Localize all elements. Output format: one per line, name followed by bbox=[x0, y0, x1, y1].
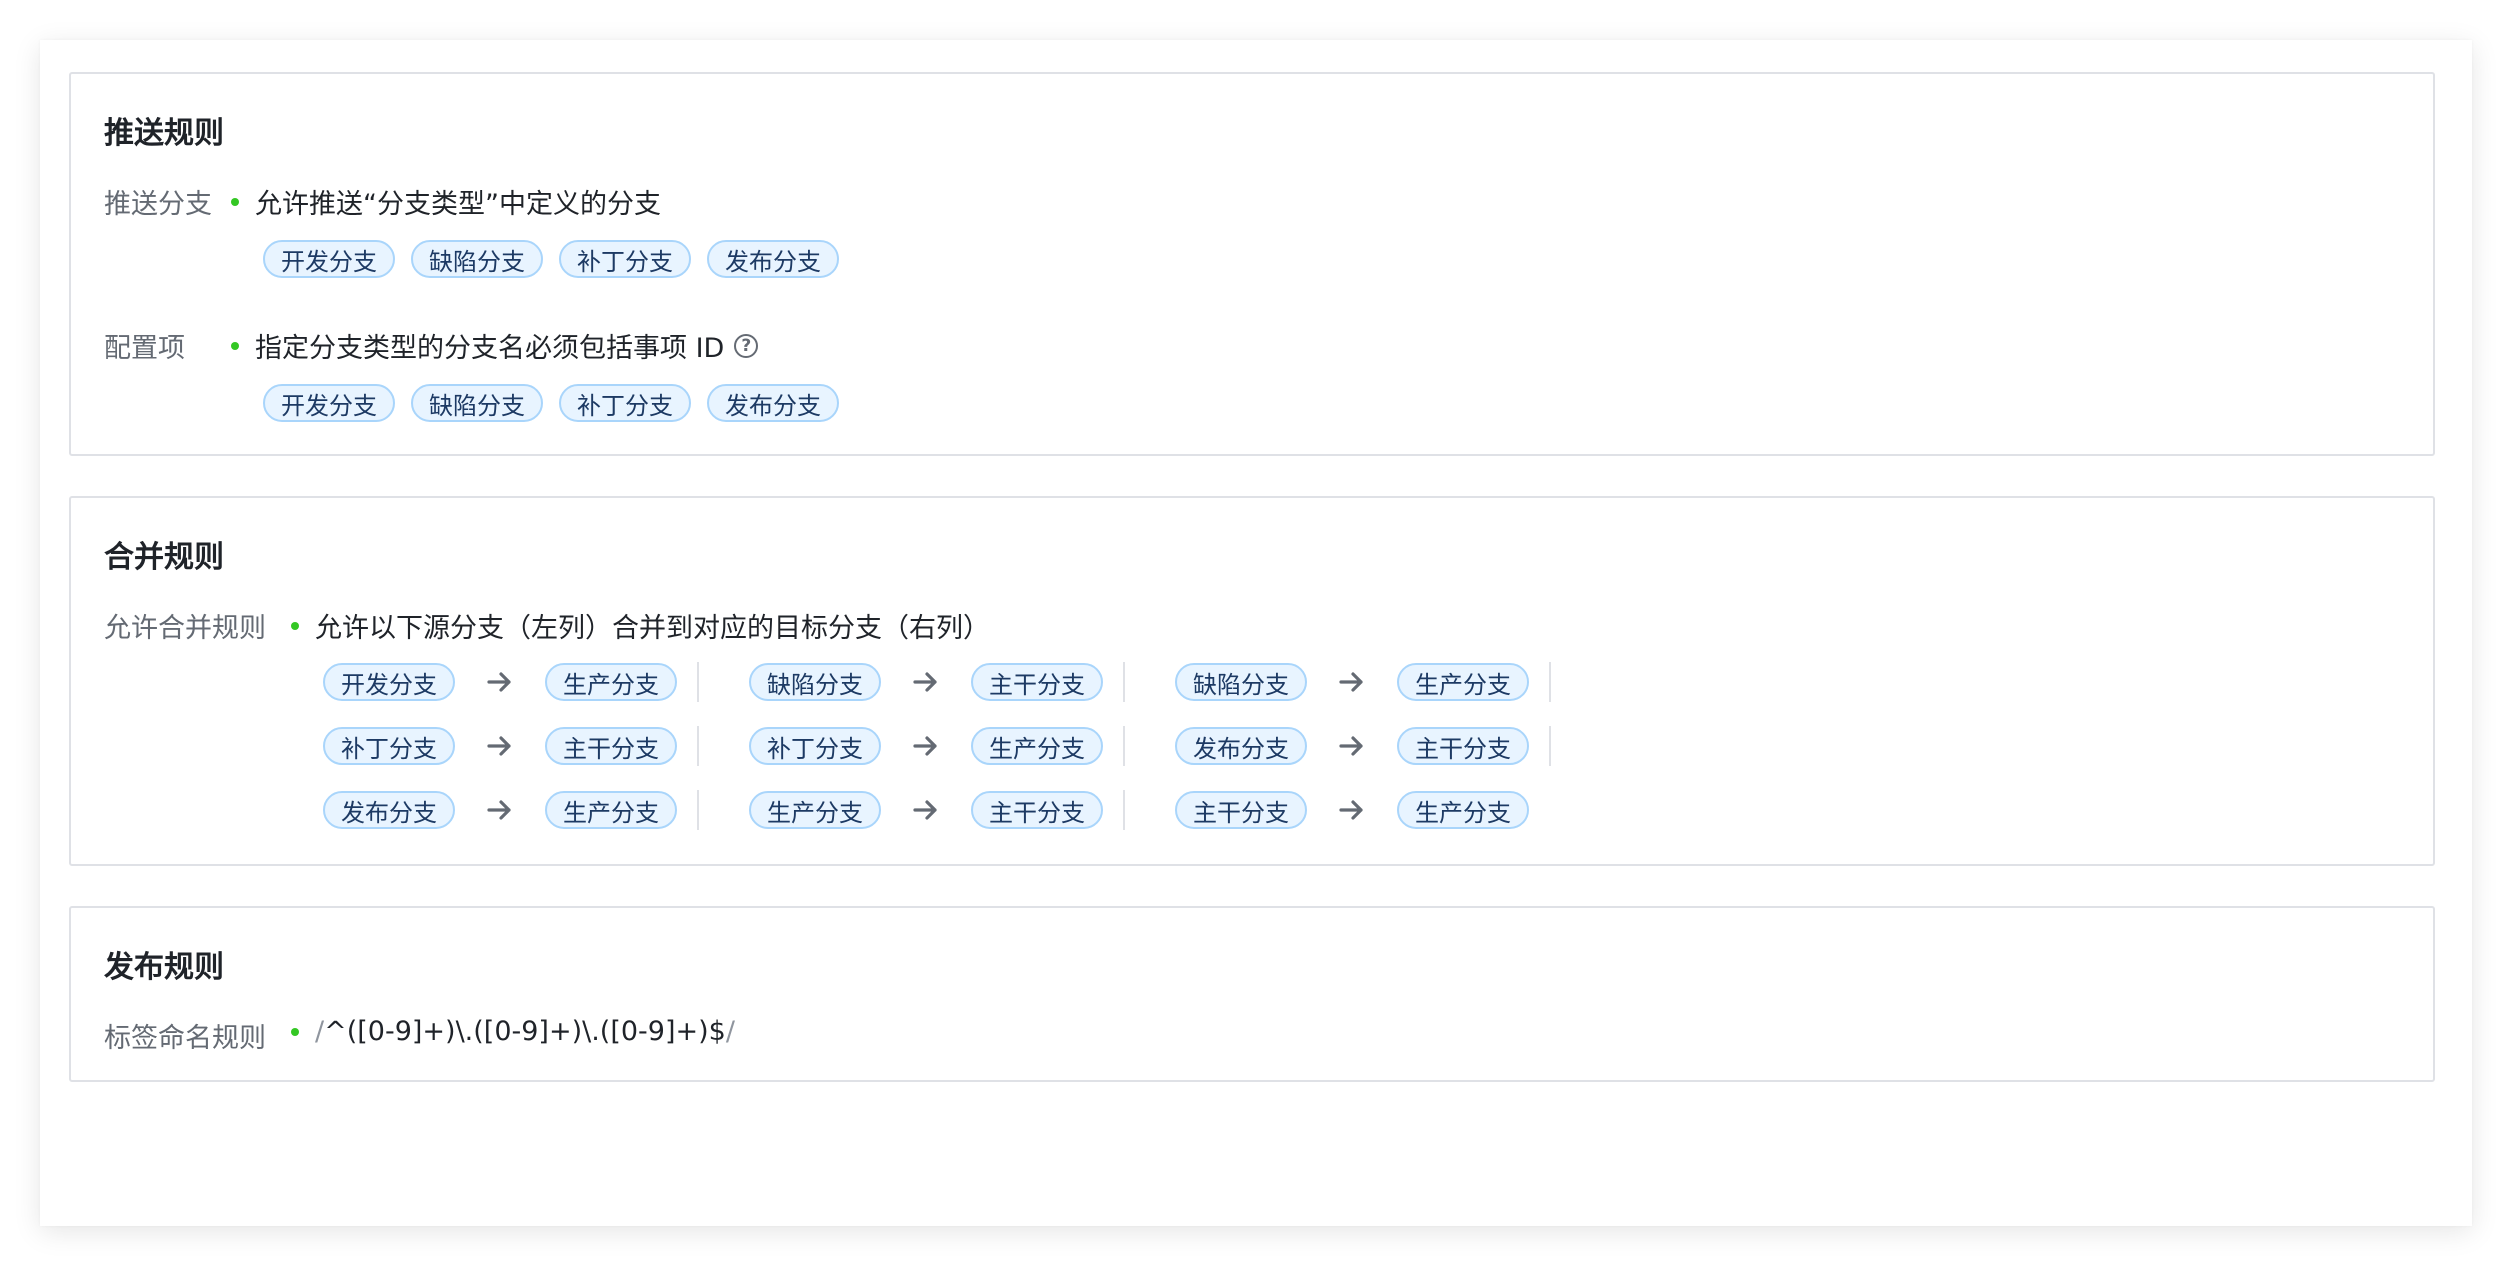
merge-pair: 缺陷分支 主干分支 bbox=[749, 662, 1103, 702]
arrow-right-icon bbox=[881, 726, 971, 766]
arrow-right-icon bbox=[455, 726, 545, 766]
branch-tag: 发布分支 bbox=[707, 240, 839, 278]
target-branch-tag: 生产分支 bbox=[1397, 663, 1529, 701]
branch-tag: 缺陷分支 bbox=[411, 240, 543, 278]
pair-divider bbox=[1123, 662, 1125, 702]
branch-tag: 开发分支 bbox=[263, 384, 395, 422]
bullet-dot-icon bbox=[231, 341, 239, 350]
regex-delimiter-open: / bbox=[315, 1016, 325, 1047]
pair-divider bbox=[1123, 790, 1125, 830]
pair-divider bbox=[697, 726, 699, 766]
source-branch-tag: 开发分支 bbox=[323, 663, 455, 701]
pair-divider bbox=[1549, 726, 1551, 766]
regex-delimiter-close: / bbox=[725, 1016, 735, 1047]
source-branch-tag: 缺陷分支 bbox=[749, 663, 881, 701]
push-branch-rule-text: 允许推送“分支类型”中定义的分支 bbox=[255, 189, 661, 220]
question-circle-icon[interactable]: ? bbox=[734, 333, 759, 358]
source-branch-tag: 缺陷分支 bbox=[1175, 663, 1307, 701]
arrow-right-icon bbox=[455, 662, 545, 702]
target-branch-tag: 主干分支 bbox=[1397, 727, 1529, 765]
arrow-right-icon bbox=[1307, 662, 1397, 702]
branch-tag: 补丁分支 bbox=[559, 384, 691, 422]
merge-pair: 补丁分支 主干分支 bbox=[323, 726, 677, 766]
arrow-right-icon bbox=[881, 662, 971, 702]
merge-pair: 补丁分支 生产分支 bbox=[749, 726, 1103, 766]
target-branch-tag: 生产分支 bbox=[1397, 791, 1529, 829]
merge-pair: 发布分支 主干分支 bbox=[1175, 726, 1529, 766]
regex-pattern: ^([0-9]+)\.([0-9]+)\.([0-9]+)$ bbox=[324, 1016, 726, 1047]
bullet-dot-icon bbox=[291, 1027, 299, 1036]
arrow-right-icon bbox=[881, 790, 971, 830]
source-branch-tag: 补丁分支 bbox=[323, 727, 455, 765]
target-branch-tag: 主干分支 bbox=[971, 791, 1103, 829]
source-branch-tag: 补丁分支 bbox=[749, 727, 881, 765]
config-item-rule: 指定分支类型的分支名必须包括事项 ID ? bbox=[231, 326, 759, 365]
merge-rules-section: 合并规则 允许合并规则 允许以下源分支（左列）合并到对应的目标分支（右列） 开发… bbox=[69, 496, 2435, 866]
config-item-tags: 开发分支 缺陷分支 补丁分支 发布分支 bbox=[263, 384, 855, 422]
allowed-merge-rule-text: 允许以下源分支（左列）合并到对应的目标分支（右列） bbox=[315, 613, 990, 644]
merge-pair: 生产分支 主干分支 bbox=[749, 790, 1103, 830]
bullet-dot-icon bbox=[231, 197, 239, 206]
target-branch-tag: 主干分支 bbox=[545, 727, 677, 765]
merge-pair: 开发分支 生产分支 bbox=[323, 662, 677, 702]
merge-pair: 主干分支 生产分支 bbox=[1175, 790, 1529, 830]
source-branch-tag: 发布分支 bbox=[1175, 727, 1307, 765]
pair-divider bbox=[1549, 662, 1551, 702]
arrow-right-icon bbox=[1307, 726, 1397, 766]
merge-pair: 发布分支 生产分支 bbox=[323, 790, 677, 830]
push-branch-label: 推送分支 bbox=[104, 189, 212, 220]
branch-tag: 开发分支 bbox=[263, 240, 395, 278]
merge-pairs-grid: 开发分支 生产分支 缺陷分支 主干分支 缺陷分支 生产分支 补丁分支 主干分支 … bbox=[323, 662, 1623, 842]
source-branch-tag: 主干分支 bbox=[1175, 791, 1307, 829]
pair-divider bbox=[697, 662, 699, 702]
allowed-merge-rule: 允许以下源分支（左列）合并到对应的目标分支（右列） bbox=[291, 606, 990, 645]
merge-rules-title: 合并规则 bbox=[104, 540, 224, 575]
bullet-dot-icon bbox=[291, 621, 299, 630]
target-branch-tag: 生产分支 bbox=[971, 727, 1103, 765]
arrow-right-icon bbox=[455, 790, 545, 830]
rules-panel: 推送规则 推送分支 允许推送“分支类型”中定义的分支 开发分支 缺陷分支 补丁分… bbox=[40, 40, 2472, 1226]
push-branch-rule: 允许推送“分支类型”中定义的分支 bbox=[231, 182, 661, 221]
branch-tag: 补丁分支 bbox=[559, 240, 691, 278]
allowed-merge-label: 允许合并规则 bbox=[104, 613, 266, 644]
push-branch-tags: 开发分支 缺陷分支 补丁分支 发布分支 bbox=[263, 240, 855, 278]
tag-naming-regex: / ^([0-9]+)\.([0-9]+)\.([0-9]+)$ / bbox=[291, 1016, 735, 1047]
branch-tag: 缺陷分支 bbox=[411, 384, 543, 422]
push-rules-title: 推送规则 bbox=[104, 116, 224, 151]
config-item-label: 配置项 bbox=[104, 333, 185, 364]
source-branch-tag: 生产分支 bbox=[749, 791, 881, 829]
target-branch-tag: 主干分支 bbox=[971, 663, 1103, 701]
target-branch-tag: 生产分支 bbox=[545, 791, 677, 829]
source-branch-tag: 发布分支 bbox=[323, 791, 455, 829]
arrow-right-icon bbox=[1307, 790, 1397, 830]
merge-pair: 缺陷分支 生产分支 bbox=[1175, 662, 1529, 702]
tag-naming-label: 标签命名规则 bbox=[104, 1023, 266, 1054]
config-item-rule-text: 指定分支类型的分支名必须包括事项 ID bbox=[255, 333, 725, 364]
pair-divider bbox=[697, 790, 699, 830]
push-rules-section: 推送规则 推送分支 允许推送“分支类型”中定义的分支 开发分支 缺陷分支 补丁分… bbox=[69, 72, 2435, 456]
branch-tag: 发布分支 bbox=[707, 384, 839, 422]
release-rules-title: 发布规则 bbox=[104, 950, 224, 985]
target-branch-tag: 生产分支 bbox=[545, 663, 677, 701]
release-rules-section: 发布规则 标签命名规则 / ^([0-9]+)\.([0-9]+)\.([0-9… bbox=[69, 906, 2435, 1082]
pair-divider bbox=[1123, 726, 1125, 766]
